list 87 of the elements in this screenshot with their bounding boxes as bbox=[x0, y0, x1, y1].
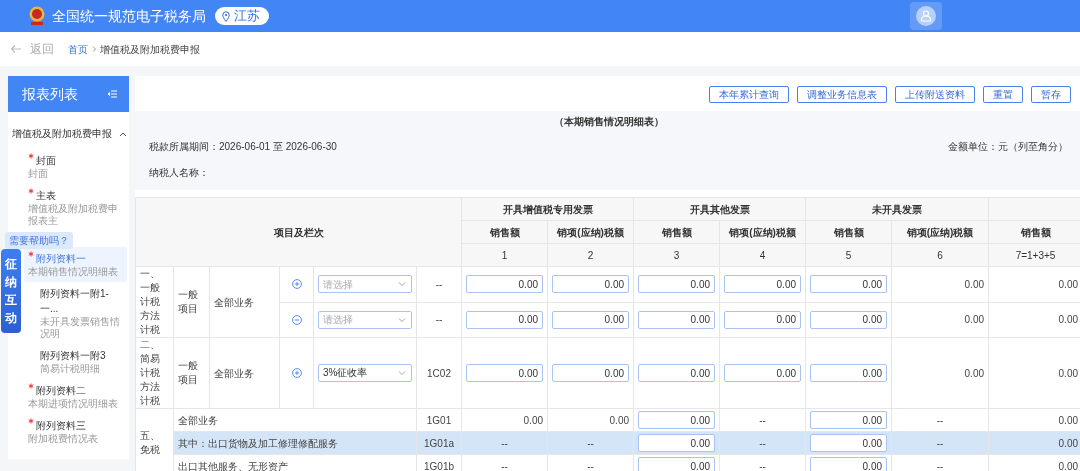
table-cell: 全部业务 bbox=[209, 266, 280, 338]
remove-row-icon[interactable] bbox=[291, 314, 302, 325]
add-row-icon[interactable] bbox=[291, 279, 302, 290]
amount-field[interactable]: 0.00 bbox=[810, 310, 888, 329]
toolbar-button[interactable]: 暂存 bbox=[1031, 86, 1071, 103]
column-header: 项目及栏次 bbox=[135, 197, 462, 267]
toolbar-button[interactable]: 重置 bbox=[983, 86, 1023, 103]
amount-field[interactable]: 0.00 bbox=[810, 364, 888, 382]
form-title: （本期销售情况明细表） bbox=[552, 115, 665, 129]
table-cell: 0.00 bbox=[988, 266, 1080, 302]
sidebar-item[interactable]: 附列资料一附1-一... 未开具发票销售情况明 bbox=[36, 282, 127, 344]
column-group-header: 未开具发票 bbox=[805, 197, 989, 221]
table-cell: 0.00 bbox=[988, 302, 1080, 338]
amount-field[interactable]: 0.00 bbox=[810, 434, 888, 452]
back-arrow-icon bbox=[10, 44, 22, 54]
category-label: 一般项目 bbox=[178, 359, 198, 387]
amount-field[interactable]: 0.00 bbox=[724, 310, 802, 329]
help-tooltip: 需要帮助吗？ bbox=[5, 232, 73, 249]
table-cell: 0.00 bbox=[891, 266, 989, 302]
required-asterisk-icon bbox=[28, 418, 34, 424]
site-title: 全国统一规范电子税务局 bbox=[52, 6, 206, 26]
amount-unit: 金额单位：元（列至角分） bbox=[948, 140, 1068, 154]
amount-field[interactable]: 0.00 bbox=[638, 275, 716, 294]
sidebar-title: 报表列表 bbox=[22, 84, 78, 104]
table-cell: 1C02 bbox=[416, 337, 462, 409]
amount-field[interactable]: 0.00 bbox=[552, 310, 630, 329]
amount-field[interactable]: 0.00 bbox=[466, 364, 544, 382]
breadcrumb-link[interactable]: 首页 bbox=[68, 41, 88, 57]
amount-field[interactable]: 0.00 bbox=[638, 411, 716, 429]
amount-field[interactable]: 0.00 bbox=[552, 275, 630, 294]
toolbar-button[interactable]: 上传附送资料 bbox=[895, 86, 975, 103]
toolbar-button[interactable]: 本年累计查询 bbox=[709, 86, 789, 103]
taxpayer-name: 纳税人名称： bbox=[149, 166, 210, 180]
sidebar-item[interactable]: 附列资料一 本期销售情况明细表 bbox=[24, 247, 127, 282]
tax-period: 税款所属期间：2026-06-01 至 2026-06-30 bbox=[149, 140, 337, 154]
sidebar-item[interactable]: 主表 增值税及附加税费申报表主 bbox=[24, 184, 127, 231]
amount-field[interactable]: 0.00 bbox=[724, 275, 802, 294]
required-asterisk-icon bbox=[28, 153, 34, 159]
table-cell: 0.00 bbox=[891, 302, 989, 338]
chevron-down-icon bbox=[398, 370, 406, 376]
chevron-down-icon bbox=[398, 281, 406, 288]
assistant-button[interactable]: 征纳互动 bbox=[1, 249, 21, 333]
amount-field[interactable]: 0.00 bbox=[724, 364, 802, 382]
sidebar-group-header[interactable]: 增值税及附加税费申报 bbox=[8, 112, 129, 149]
table-cell: -- bbox=[416, 266, 462, 302]
amount-field[interactable]: 0.00 bbox=[552, 364, 630, 382]
table-cell: 全部业务 bbox=[209, 337, 280, 409]
dropdown-field[interactable]: 请选择 bbox=[318, 275, 412, 294]
sidebar-item[interactable]: 附列资料二 本期进项情况明细表 bbox=[24, 379, 127, 414]
required-asterisk-icon bbox=[28, 188, 34, 194]
category-label: 一般项目 bbox=[178, 288, 198, 316]
sidebar-item[interactable]: 附列资料一附3 简易计税明细 bbox=[36, 344, 127, 379]
amount-field[interactable]: 0.00 bbox=[638, 434, 716, 452]
required-asterisk-icon bbox=[28, 251, 34, 257]
chevron-icon bbox=[119, 130, 127, 137]
chevron-down-icon bbox=[398, 316, 406, 323]
region-selector[interactable]: 江苏 bbox=[215, 7, 269, 25]
amount-field[interactable]: 0.00 bbox=[810, 275, 888, 294]
required-asterisk-icon bbox=[28, 383, 34, 389]
amount-field[interactable]: 0.00 bbox=[638, 364, 716, 382]
amount-field[interactable]: 0.00 bbox=[466, 275, 544, 294]
dropdown-field[interactable]: 3%征收率 bbox=[318, 364, 412, 382]
amount-field[interactable]: 0.00 bbox=[810, 457, 888, 471]
list-collapse-icon[interactable] bbox=[108, 90, 117, 98]
sidebar-item[interactable]: 封面 封面 bbox=[24, 149, 127, 184]
column-group-header: 开具增值税专用发票 bbox=[461, 197, 634, 221]
section-label: 五、免税 bbox=[140, 429, 160, 457]
table-cell: 0.00 bbox=[891, 337, 989, 409]
amount-field[interactable]: 0.00 bbox=[638, 310, 716, 329]
amount-field[interactable]: 0.00 bbox=[810, 411, 888, 429]
column-group-header: 开具其他发票 bbox=[633, 197, 806, 221]
table-cell: 0.00 bbox=[988, 337, 1080, 409]
toolbar-button[interactable]: 调整业务信息表 bbox=[797, 86, 887, 103]
breadcrumb-current: 增值税及附加税费申报 bbox=[100, 42, 200, 57]
add-row-icon[interactable] bbox=[291, 368, 302, 378]
user-avatar-icon[interactable] bbox=[916, 6, 936, 26]
table-cell: 全部业务 bbox=[173, 408, 417, 432]
amount-field[interactable]: 0.00 bbox=[638, 457, 716, 471]
section-label: 二、简易计税方法计税 bbox=[140, 338, 160, 408]
amount-field[interactable]: 0.00 bbox=[466, 310, 544, 329]
table-cell: -- bbox=[416, 302, 462, 338]
emblem-icon bbox=[28, 5, 46, 27]
dropdown-field[interactable]: 请选择 bbox=[318, 310, 412, 329]
table-cell: 其中：出口货物及加工修理修配服务 bbox=[173, 431, 417, 455]
location-pin-icon bbox=[222, 10, 230, 22]
section-label: 一、一般计税方法计税 bbox=[140, 267, 160, 337]
sidebar-item[interactable]: 附列资料三 附加税费情况表 bbox=[24, 414, 127, 449]
